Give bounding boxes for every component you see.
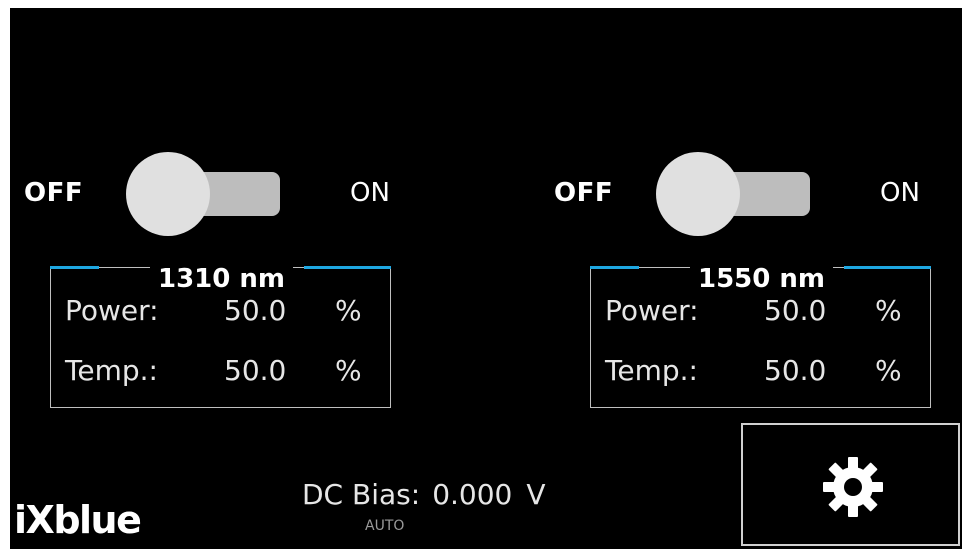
ixblue-logo: iXblue [14,498,142,542]
laser-1-wavelength-title: 1310 nm [51,264,392,294]
switch-knob[interactable] [126,152,210,236]
temp-label: Temp.: [65,354,158,387]
laser-2-wavelength-label: 1550 nm [689,264,834,294]
laser-2-temp-value[interactable]: 50.0 [764,354,826,387]
dc-bias-value[interactable]: 0.000 [432,478,512,511]
laser-2-on-label: ON [880,178,920,208]
laser-1-power-value[interactable]: 50.0 [224,294,286,327]
power-label: Power: [65,294,159,327]
device-screen: OFF ON OFF ON 1310 nm Power: 50.0 % Temp… [10,8,962,549]
dc-bias-mode-label: AUTO [365,518,405,534]
laser-2-panel: 1550 nm Power: 50.0 % Temp.: 50.0 % [590,264,932,408]
laser-1-power-switch[interactable] [126,150,280,236]
temp-label: Temp.: [605,354,698,387]
switch-knob[interactable] [656,152,740,236]
laser-1-power-row: Power: 50.0 % [65,294,385,334]
laser-1-toggle-row: OFF ON [10,148,410,242]
dc-bias-label: DC Bias: [302,478,421,511]
laser-1-temp-value[interactable]: 50.0 [224,354,286,387]
laser-2-temp-row: Temp.: 50.0 % [605,354,925,394]
laser-1-off-label: OFF [24,178,84,208]
dc-bias-unit: V [526,478,546,511]
laser-1-panel: 1310 nm Power: 50.0 % Temp.: 50.0 % [50,264,392,408]
laser-2-power-switch[interactable] [656,150,810,236]
power-unit: % [335,294,362,327]
laser-2-off-label: OFF [554,178,614,208]
temp-unit: % [875,354,902,387]
settings-button[interactable] [741,423,960,546]
power-unit: % [875,294,902,327]
power-label: Power: [605,294,699,327]
laser-2-wavelength-title: 1550 nm [591,264,932,294]
laser-2-power-row: Power: 50.0 % [605,294,925,334]
laser-2-power-value[interactable]: 50.0 [764,294,826,327]
laser-1-on-label: ON [350,178,390,208]
gear-icon [823,457,883,517]
laser-1-wavelength-label: 1310 nm [149,264,294,294]
laser-2-toggle-row: OFF ON [540,148,940,242]
temp-unit: % [335,354,362,387]
dc-bias-readout: DC Bias: 0.000 V [302,478,546,511]
laser-1-temp-row: Temp.: 50.0 % [65,354,385,394]
